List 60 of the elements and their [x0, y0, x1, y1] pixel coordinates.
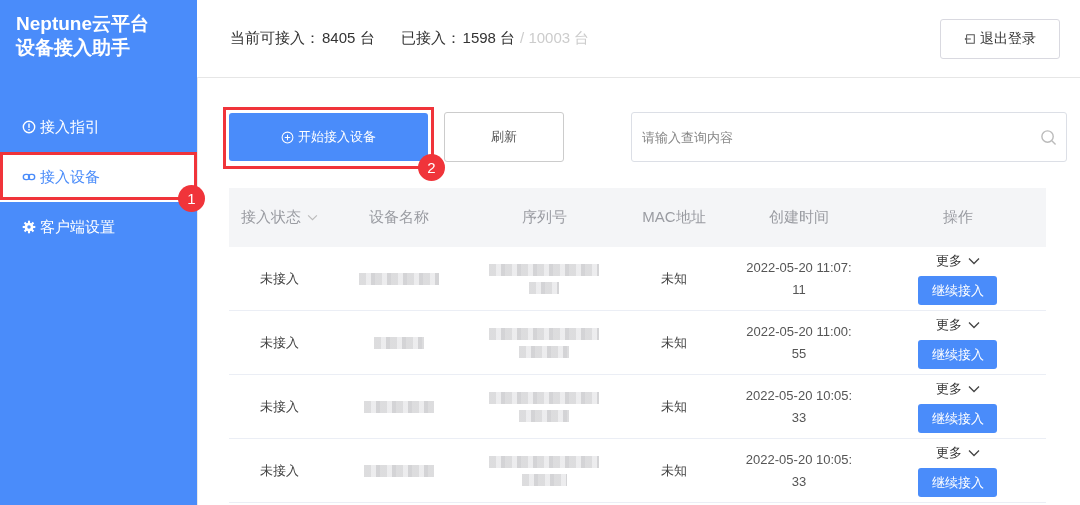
start-button[interactable]: 开始接入设备	[229, 113, 428, 161]
chevron-down-icon	[967, 321, 980, 329]
column-header: 设备名称	[369, 208, 429, 227]
chevron-down-icon[interactable]	[306, 214, 318, 221]
pixelated-text	[364, 400, 434, 413]
more-dropdown[interactable]: 更多	[935, 444, 980, 462]
column-header: MAC地址	[642, 208, 706, 227]
pixelated-text	[529, 281, 559, 294]
column-header[interactable]: 接入状态	[240, 208, 301, 227]
app-title: 设备接入助手	[16, 36, 131, 60]
more-dropdown[interactable]: 更多	[935, 316, 980, 334]
chevron-down-icon	[967, 257, 980, 265]
continue-button[interactable]: 继续接入	[918, 276, 997, 305]
mac-cell: 未知	[661, 333, 687, 352]
status-cell: 未接入	[259, 461, 299, 480]
created-time-cell: 11	[792, 281, 806, 298]
column-header: 序列号	[521, 208, 567, 227]
more-dropdown[interactable]: 更多	[935, 252, 980, 270]
pixelated-text	[519, 345, 569, 358]
mac-cell: 未知	[661, 397, 687, 416]
logout-icon	[964, 32, 976, 45]
chevron-down-icon	[967, 385, 980, 393]
chevron-down-icon	[967, 449, 980, 457]
pixelated-text	[374, 336, 424, 349]
created-time-cell: 2022-05-20 11:07:	[746, 259, 852, 276]
created-time-cell: 2022-05-20 10:05:	[745, 387, 853, 404]
stat-label: 当前可接入：	[230, 29, 320, 48]
settings-icon	[22, 220, 36, 234]
sidebar-item[interactable]: 接入指引	[0, 102, 197, 152]
stat-label: 已接入：	[400, 29, 461, 48]
continue-button[interactable]: 继续接入	[918, 468, 997, 497]
step-badge: 2	[418, 154, 445, 181]
continue-button[interactable]: 继续接入	[918, 404, 997, 433]
pixelated-text	[519, 409, 569, 422]
status-cell: 未接入	[259, 269, 299, 288]
search-field[interactable]: 请输入查询内容	[631, 112, 1067, 162]
column-header: 操作	[942, 208, 973, 227]
status-cell: 未接入	[259, 333, 299, 352]
created-time-cell: 2022-05-20 10:05:	[745, 451, 853, 468]
status-cell: 未接入	[259, 397, 299, 416]
column-header: 创建时间	[769, 208, 829, 227]
stat-value: 8405 台	[322, 29, 375, 48]
mac-cell: 未知	[661, 269, 687, 288]
created-time-cell: 2022-05-20 11:00:	[746, 323, 852, 340]
logout-button[interactable]: 退出登录	[940, 18, 1060, 59]
pixelated-text	[521, 473, 567, 486]
created-time-cell: 33	[791, 473, 807, 490]
search-icon	[1040, 129, 1057, 146]
stat-value: 1598 台	[462, 29, 516, 48]
created-time-cell: 55	[791, 345, 807, 362]
step-badge: 1	[178, 185, 205, 212]
info-icon	[22, 120, 36, 134]
more-dropdown[interactable]: 更多	[935, 380, 980, 398]
continue-button[interactable]: 继续接入	[918, 340, 997, 369]
mac-cell: 未知	[661, 461, 687, 480]
created-time-cell: 33	[791, 409, 807, 426]
pixelated-text	[364, 464, 434, 477]
app-title: Neptune云平台	[16, 12, 150, 36]
refresh-button[interactable]: 刷新	[444, 112, 564, 162]
plus-circle-icon	[281, 130, 294, 144]
